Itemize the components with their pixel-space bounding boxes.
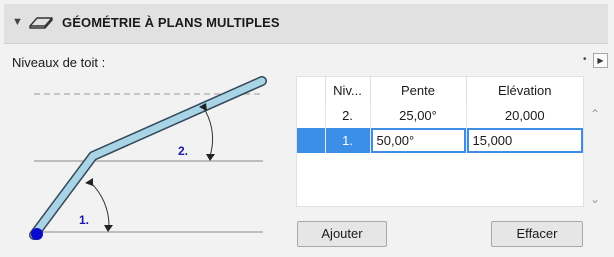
slope-label-1: 1. (79, 213, 89, 227)
cell-pente-editable[interactable]: 50,00° (369, 128, 466, 153)
pente-input[interactable]: 50,00° (371, 128, 466, 153)
delete-button[interactable]: Effacer (491, 221, 583, 247)
angle-arc-2 (202, 106, 214, 157)
cell-pente[interactable]: 25,00° (369, 103, 466, 128)
cell-niveau[interactable]: 1. (324, 128, 370, 153)
roof-profile-diagram: 2. 1. (29, 76, 267, 240)
scroll-down-icon[interactable]: ⌄ (588, 192, 602, 206)
table-row-level-1[interactable]: 1. 50,00° 15,000 (297, 128, 583, 153)
table-scrollbar[interactable]: ⌃ ⌄ (584, 76, 606, 207)
add-button[interactable]: Ajouter (297, 221, 387, 247)
slope-label-2: 2. (178, 144, 188, 158)
roof-pivot-dot (31, 228, 43, 240)
panel-title: GÉOMÉTRIE À PLANS MULTIPLES (62, 15, 280, 30)
cell-elevation[interactable]: 20,000 (465, 103, 583, 128)
roof-levels-label: Niveaux de toit : (12, 55, 106, 70)
panel-header[interactable]: ▼ GÉOMÉTRIE À PLANS MULTIPLES (4, 4, 608, 44)
row-selector[interactable] (297, 103, 325, 128)
table-header-row: Niv... Pente Elévation (297, 77, 583, 103)
col-header-pente[interactable]: Pente (369, 77, 466, 103)
roof-icon (29, 17, 53, 29)
row-selector[interactable] (297, 128, 325, 153)
col-header-selector (297, 77, 325, 103)
table-row-level-2[interactable]: 2. 25,00° 20,000 (297, 103, 583, 128)
scroll-up-icon[interactable]: ⌃ (588, 107, 602, 121)
roof-plane-shape (29, 76, 267, 240)
col-header-elevation[interactable]: Elévation (465, 77, 583, 103)
angle-arc-1 (89, 181, 110, 228)
cell-elevation-editable[interactable]: 15,000 (465, 128, 583, 153)
col-header-niveau[interactable]: Niv... (324, 77, 370, 103)
collapse-triangle-icon[interactable]: ▼ (12, 15, 23, 29)
options-bullet-icon: • (583, 54, 587, 65)
levels-table[interactable]: Niv... Pente Elévation 2. 25,00° 20,000 … (296, 76, 584, 207)
expand-arrow-button[interactable]: ▶ (593, 53, 608, 68)
elevation-input[interactable]: 15,000 (467, 128, 583, 153)
cell-niveau[interactable]: 2. (324, 103, 370, 128)
